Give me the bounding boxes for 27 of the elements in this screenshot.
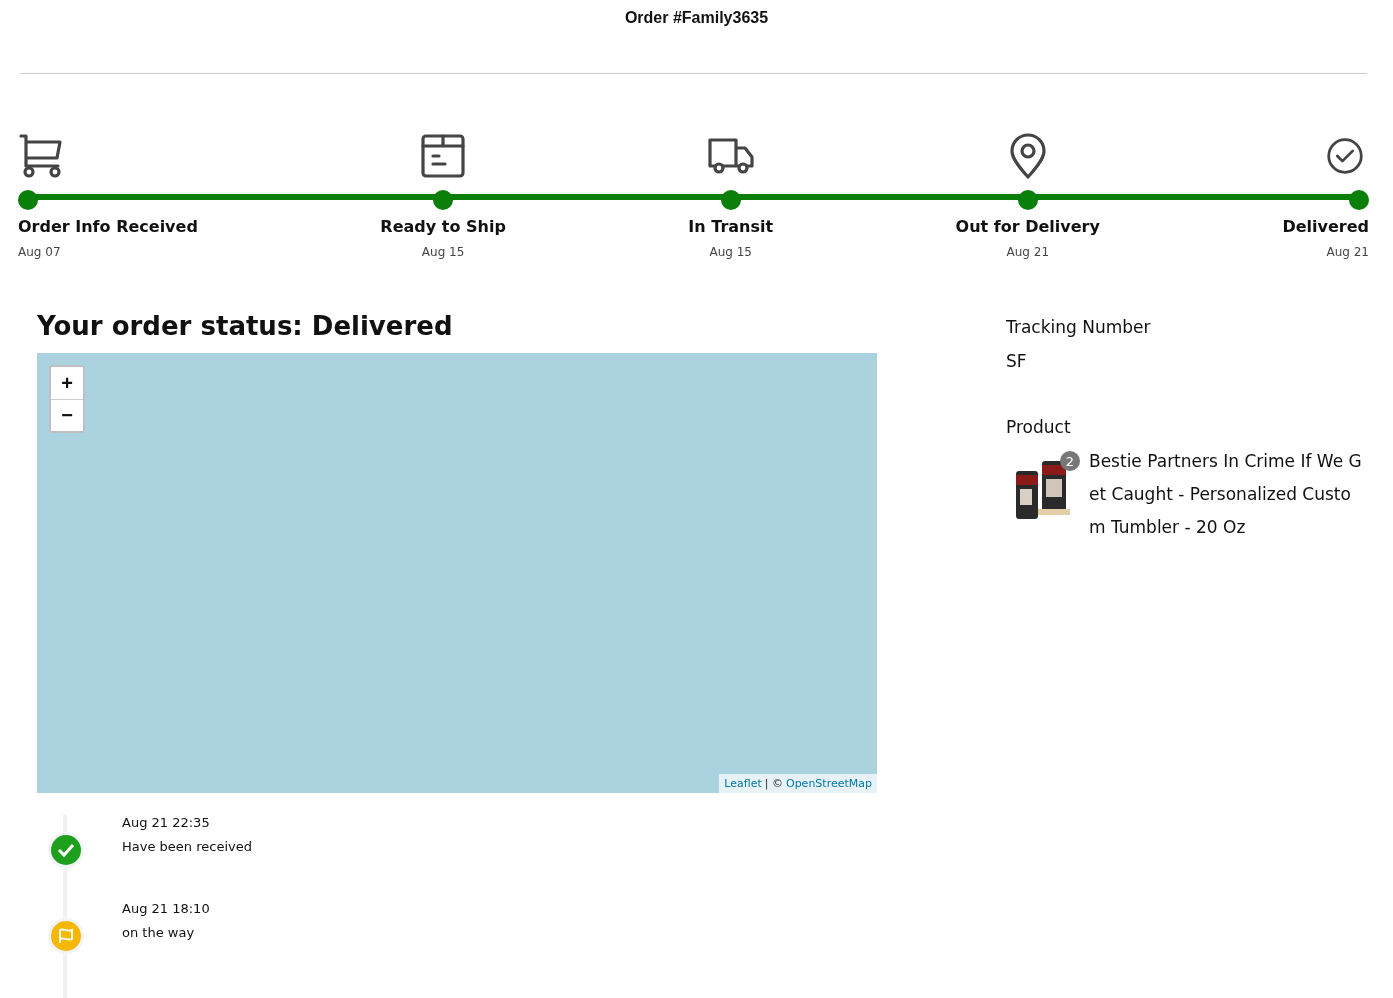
box-icon bbox=[419, 132, 468, 180]
step-label: Out for Delivery bbox=[955, 217, 1100, 236]
attribution-text: | © bbox=[764, 777, 783, 790]
step-label: Order Info Received bbox=[18, 217, 198, 236]
product-label: Product bbox=[1006, 417, 1072, 437]
step-date: Aug 21 bbox=[1006, 245, 1050, 259]
step-label: In Transit bbox=[688, 217, 774, 236]
order-title: Order #Family3635 bbox=[623, 8, 770, 28]
tracking-label: Tracking Number bbox=[1006, 317, 1152, 337]
event-text: Have been received bbox=[122, 839, 252, 854]
map[interactable]: + − Leaflet | © OpenStreetMap bbox=[37, 353, 877, 793]
status-heading: Your order status: Delivered bbox=[37, 311, 454, 343]
osm-link[interactable]: OpenStreetMap bbox=[785, 777, 872, 790]
step-date: Aug 15 bbox=[709, 245, 752, 259]
leaflet-link[interactable]: Leaflet bbox=[724, 777, 762, 790]
step-date: Aug 07 bbox=[18, 245, 61, 259]
event-time: Aug 21 18:10 bbox=[122, 901, 210, 916]
quantity-badge: 2 bbox=[1060, 451, 1080, 471]
step-label: Ready to Ship bbox=[380, 217, 506, 236]
event-time: Aug 21 22:35 bbox=[122, 815, 211, 830]
product-name[interactable]: Bestie Partners In Crime If We G et Caught - Personalized Custo m Tumbler - 20 Oz bbox=[1089, 445, 1366, 544]
step-date: Aug 21 bbox=[1326, 245, 1369, 259]
step-label: Delivered bbox=[1282, 217, 1369, 236]
zoom-out-button[interactable]: − bbox=[51, 399, 83, 431]
event-text: on the way bbox=[122, 925, 196, 940]
step-date: Aug 15 bbox=[421, 245, 465, 259]
tracking-number: SF bbox=[1006, 351, 1028, 373]
